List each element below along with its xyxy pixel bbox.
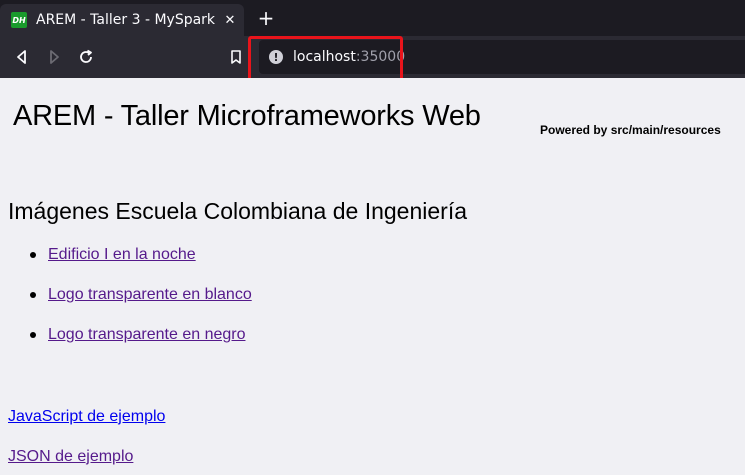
tab-title: AREM - Taller 3 - MySpark: [36, 12, 216, 28]
close-tab-icon[interactable]: ✕: [222, 12, 238, 28]
forward-arrow-icon[interactable]: [42, 45, 66, 69]
link-logo-negro[interactable]: Logo transparente en negro: [48, 326, 245, 344]
bullet-icon: [30, 292, 36, 298]
browser-tab[interactable]: DH AREM - Taller 3 - MySpark ✕: [0, 4, 244, 36]
new-tab-plus-icon[interactable]: +: [256, 6, 276, 30]
json-example-link[interactable]: JSON de ejemplo: [8, 448, 133, 466]
images-heading: Imágenes Escuela Colombiana de Ingenierí…: [8, 198, 468, 224]
image-link-list: Edificio I en la noche Logo transparente…: [30, 246, 252, 366]
reload-icon[interactable]: [74, 45, 98, 69]
list-item: Logo transparente en blanco: [30, 286, 252, 326]
link-edificio-noche[interactable]: Edificio I en la noche: [48, 246, 196, 264]
url-highlight-box: [248, 36, 403, 83]
page-content: AREM - Taller Microframeworks Web Powere…: [0, 78, 745, 475]
link-logo-blanco[interactable]: Logo transparente en blanco: [48, 286, 252, 304]
powered-by-label: Powered by src/main/resources: [540, 123, 721, 137]
list-item: Logo transparente en negro: [30, 326, 252, 366]
bookmark-icon[interactable]: [224, 45, 248, 69]
list-item: Edificio I en la noche: [30, 246, 252, 286]
javascript-example-link[interactable]: JavaScript de ejemplo: [8, 408, 165, 426]
back-arrow-icon[interactable]: [10, 45, 34, 69]
bullet-icon: [30, 332, 36, 338]
bullet-icon: [30, 252, 36, 258]
tab-strip: DH AREM - Taller 3 - MySpark ✕ +: [0, 0, 745, 36]
page-title: AREM - Taller Microframeworks Web: [13, 100, 481, 132]
site-favicon-icon: DH: [11, 12, 27, 28]
